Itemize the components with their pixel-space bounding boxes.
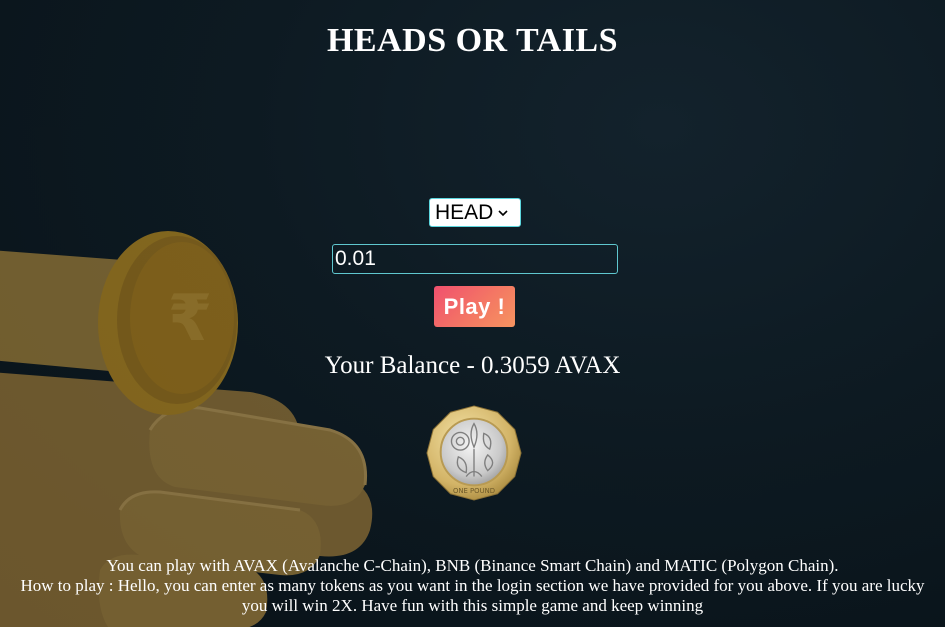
page-title: HEADS OR TAILS xyxy=(326,22,619,59)
footer-have-fun-text: you will win 2X. Have fun with this simp… xyxy=(241,596,704,615)
chevron-down-icon xyxy=(498,209,508,216)
one-pound-coin-icon: ONE POUND xyxy=(426,405,522,501)
side-select-dropdown[interactable]: HEAD xyxy=(429,198,521,227)
bet-amount-input[interactable] xyxy=(332,244,618,274)
footer-how-to-play-text: How to play : Hello, you can enter as ma… xyxy=(20,576,925,595)
coin-inscription: ONE POUND xyxy=(453,487,495,495)
side-select-value: HEAD xyxy=(435,200,494,224)
play-button[interactable]: Play ! xyxy=(434,286,515,327)
balance-text: Your Balance - 0.3059 AVAX xyxy=(324,352,621,379)
svg-text:₹: ₹ xyxy=(168,282,213,356)
footer-info: You can play with AVAX (Avalanche C-Chai… xyxy=(0,556,945,616)
footer-chains-text: You can play with AVAX (Avalanche C-Chai… xyxy=(106,556,839,575)
